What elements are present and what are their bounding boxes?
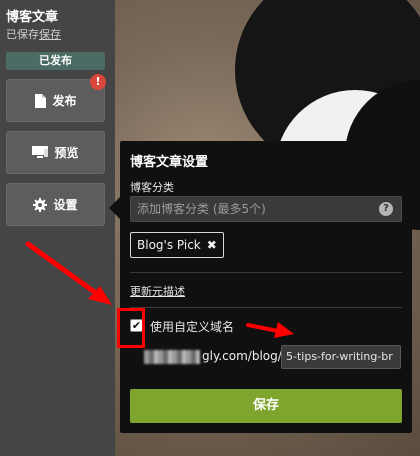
- save-status-text: 已保存: [6, 28, 39, 41]
- save-link[interactable]: 保存: [39, 28, 61, 41]
- settings-button[interactable]: 设置: [6, 183, 105, 226]
- publish-label: 发布: [52, 94, 77, 108]
- url-slug-input[interactable]: 5-tips-for-writing-br: [281, 345, 401, 369]
- remove-tag-icon[interactable]: ✖: [207, 238, 217, 252]
- blog-settings-popover: 博客文章设置 博客分类 添加博客分类 (最多5个) ? Blog's Pick …: [120, 141, 412, 433]
- category-placeholder: 添加博客分类 (最多5个): [137, 202, 266, 216]
- monitor-icon: [32, 146, 49, 158]
- category-label: 博客分类: [130, 181, 174, 194]
- gear-icon: [33, 197, 48, 212]
- sidebar: 博客文章 已保存保存 已发布 发布 ! 预览 设置: [0, 0, 115, 456]
- divider: [130, 272, 402, 273]
- publish-button[interactable]: 发布 !: [6, 74, 106, 122]
- highlight-box: [117, 308, 145, 348]
- document-icon: [35, 93, 47, 108]
- category-input[interactable]: 添加博客分类 (最多5个) ?: [130, 196, 402, 222]
- post-title: 博客文章: [6, 10, 59, 25]
- help-icon[interactable]: ?: [379, 202, 393, 216]
- category-tag: Blog's Pick ✖: [130, 232, 224, 258]
- divider: [130, 307, 402, 308]
- settings-label: 设置: [53, 198, 78, 212]
- url-domain-text: gly.com/blog/: [202, 349, 282, 363]
- preview-label: 预览: [54, 146, 79, 160]
- custom-domain-label: 使用自定义域名: [150, 320, 235, 334]
- preview-button[interactable]: 预览: [6, 131, 105, 174]
- save-button[interactable]: 保存: [130, 389, 402, 423]
- blurred-domain: [144, 350, 200, 364]
- save-status: 已保存保存: [6, 26, 61, 42]
- status-badge: 已发布: [6, 52, 105, 70]
- tag-label: Blog's Pick: [137, 238, 201, 252]
- update-meta-description-link[interactable]: 更新元描述: [130, 283, 185, 299]
- popover-title: 博客文章设置: [130, 155, 209, 170]
- alert-badge: !: [90, 74, 106, 90]
